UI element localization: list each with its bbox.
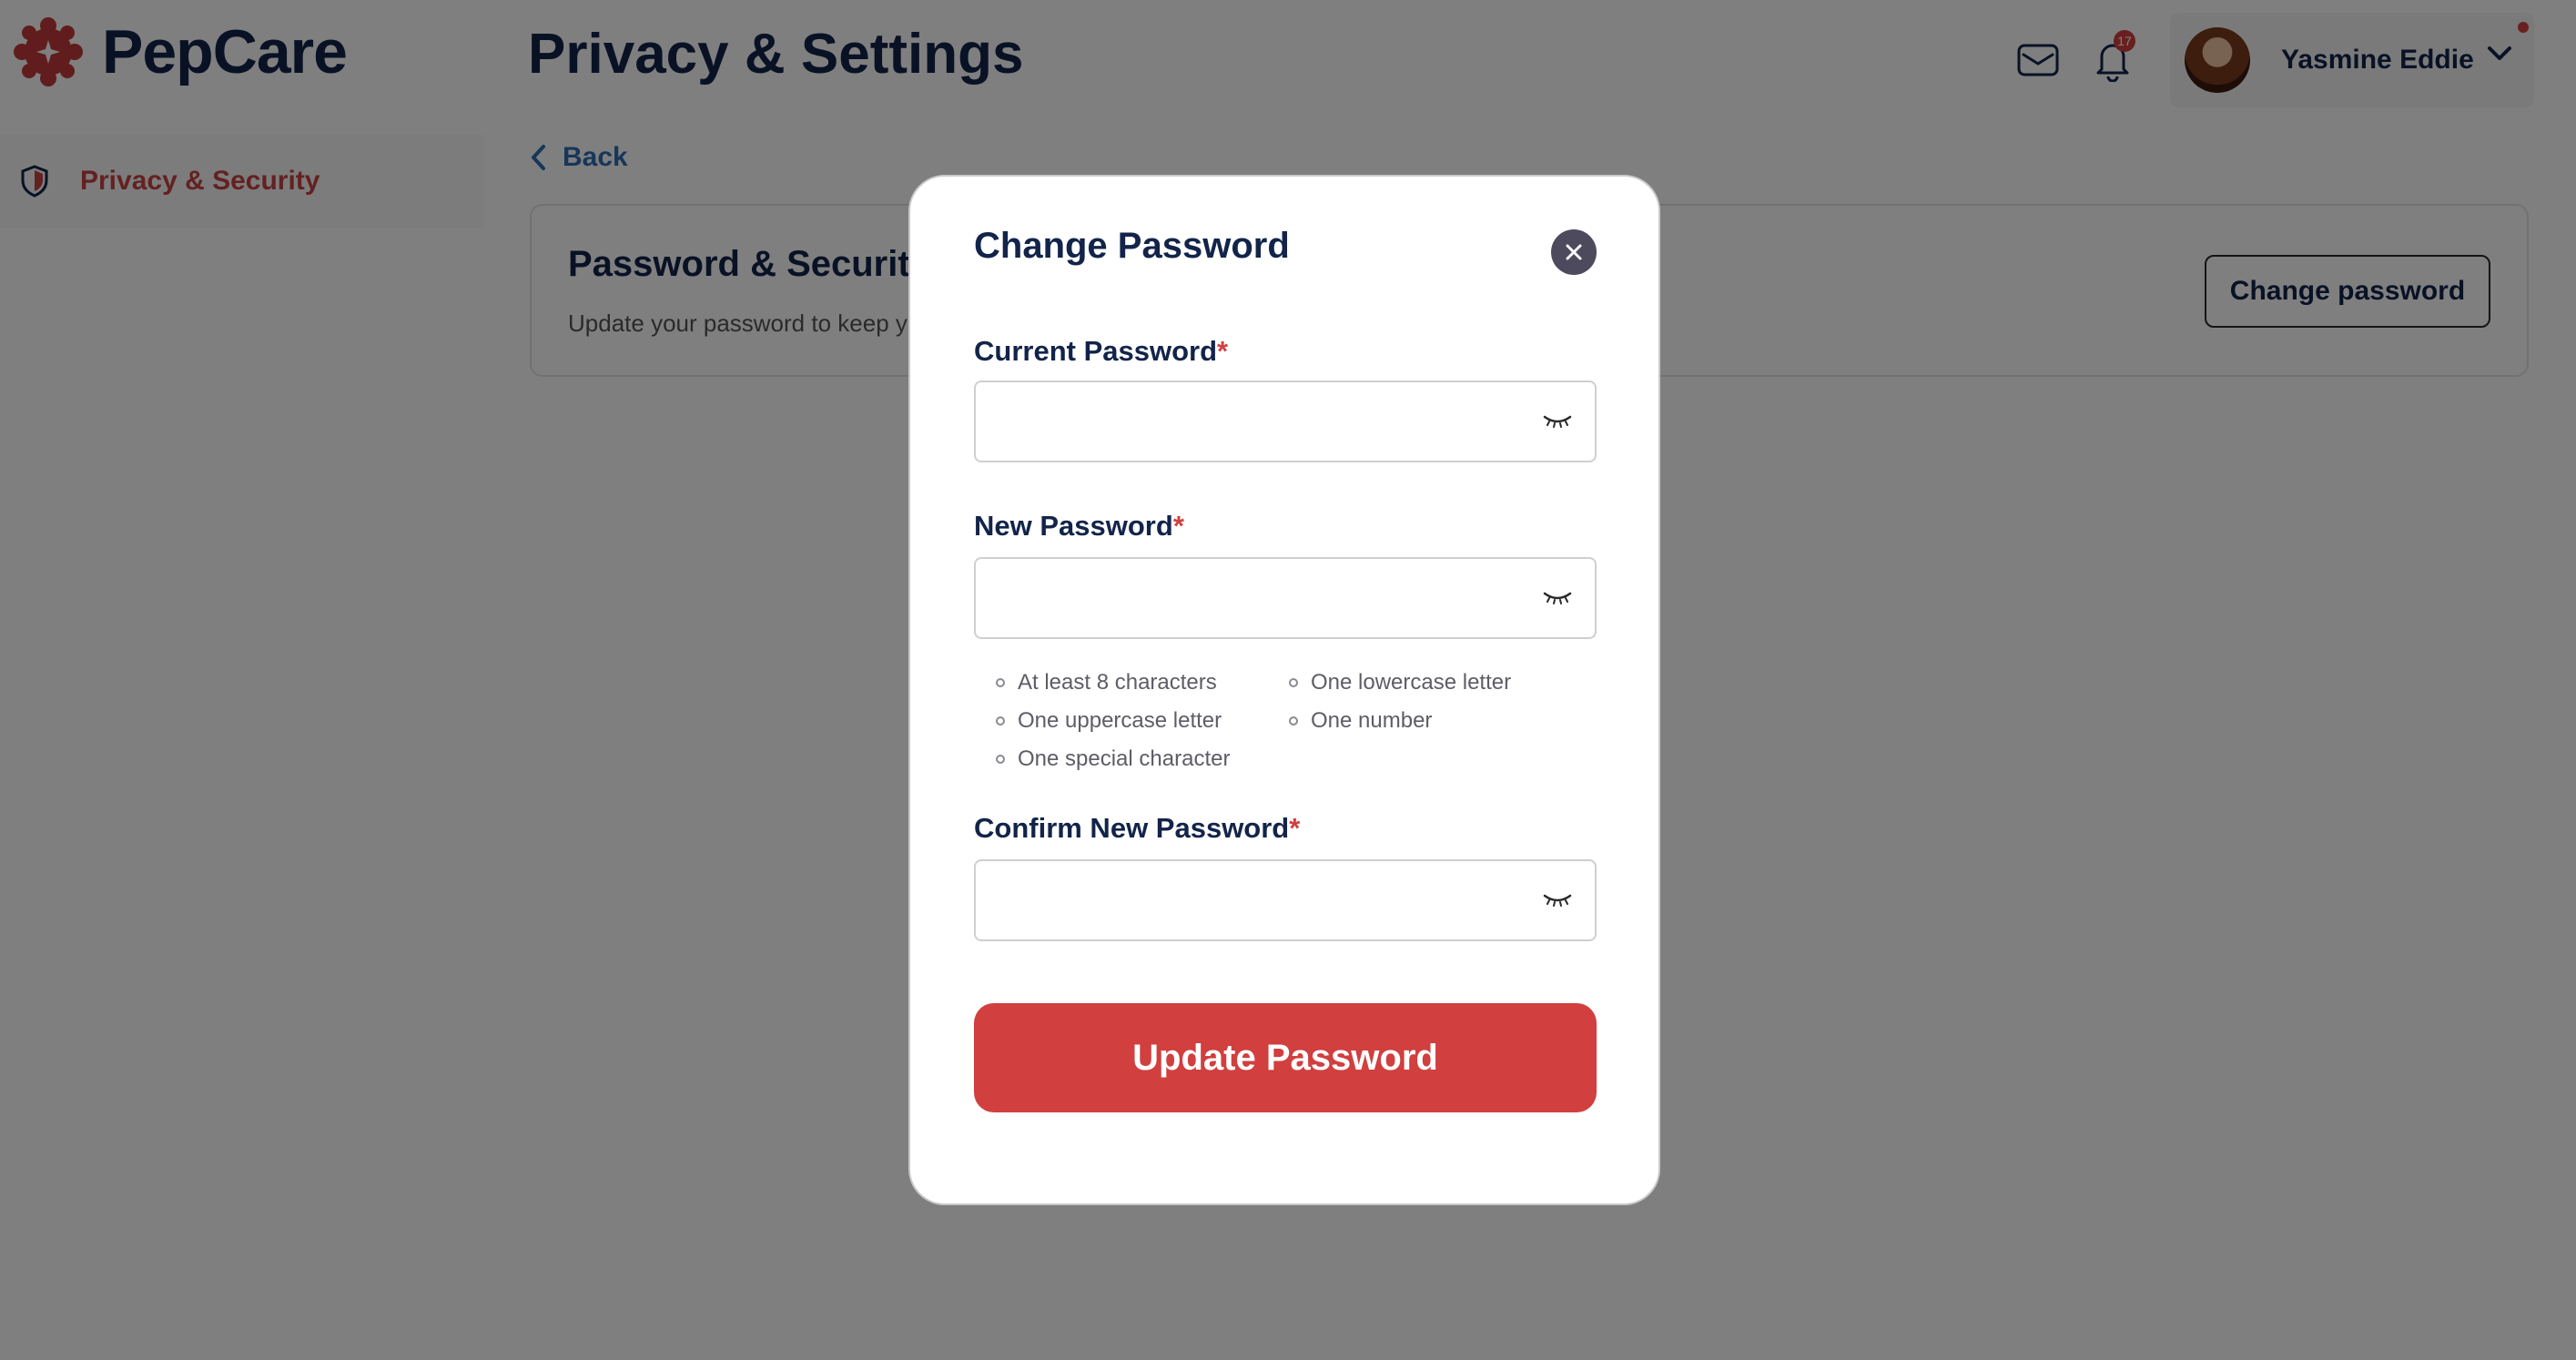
confirm-password-label-text: Confirm New Password: [974, 812, 1290, 844]
eye-closed-icon[interactable]: [1542, 590, 1573, 604]
requirement-item: One special character: [996, 746, 1289, 772]
confirm-password-input[interactable]: [976, 861, 1522, 939]
requirement-text: One lowercase letter: [1311, 670, 1512, 695]
eye-closed-icon[interactable]: [1542, 892, 1573, 907]
current-password-label: Current Password*: [974, 335, 1228, 368]
new-password-label-text: New Password: [974, 510, 1173, 542]
eye-closed-icon[interactable]: [1542, 413, 1573, 428]
new-password-input[interactable]: [976, 559, 1522, 637]
requirement-text: At least 8 characters: [1018, 670, 1217, 695]
bullet-icon: [996, 716, 1005, 726]
close-icon: [1566, 244, 1582, 260]
requirement-text: One special character: [1018, 746, 1231, 771]
requirement-text: One uppercase letter: [1018, 708, 1222, 733]
required-mark: *: [1289, 812, 1301, 844]
confirm-password-label: Confirm New Password*: [974, 812, 1300, 845]
close-button[interactable]: [1551, 229, 1597, 275]
bullet-icon: [1289, 716, 1298, 726]
required-mark: *: [1217, 335, 1229, 367]
current-password-input[interactable]: [976, 382, 1522, 461]
requirement-item: One number: [1289, 708, 1560, 734]
change-password-modal: Change Password Current Password* New Pa…: [908, 175, 1660, 1205]
bullet-icon: [996, 678, 1005, 687]
new-password-label: New Password*: [974, 510, 1184, 543]
requirement-item: At least 8 characters: [996, 670, 1289, 695]
requirement-item: One lowercase letter: [1289, 670, 1560, 695]
confirm-password-field[interactable]: [974, 859, 1597, 941]
bullet-icon: [1289, 678, 1298, 687]
update-password-button[interactable]: Update Password: [974, 1003, 1597, 1112]
requirement-text: One number: [1311, 708, 1433, 733]
current-password-field[interactable]: [974, 381, 1597, 462]
password-requirements: At least 8 characters One lowercase lett…: [996, 670, 1560, 772]
bullet-icon: [996, 755, 1005, 764]
required-mark: *: [1172, 510, 1184, 542]
current-password-label-text: Current Password: [974, 335, 1218, 367]
modal-title: Change Password: [974, 226, 1290, 266]
new-password-field[interactable]: [974, 557, 1597, 639]
requirement-item: One uppercase letter: [996, 708, 1289, 734]
